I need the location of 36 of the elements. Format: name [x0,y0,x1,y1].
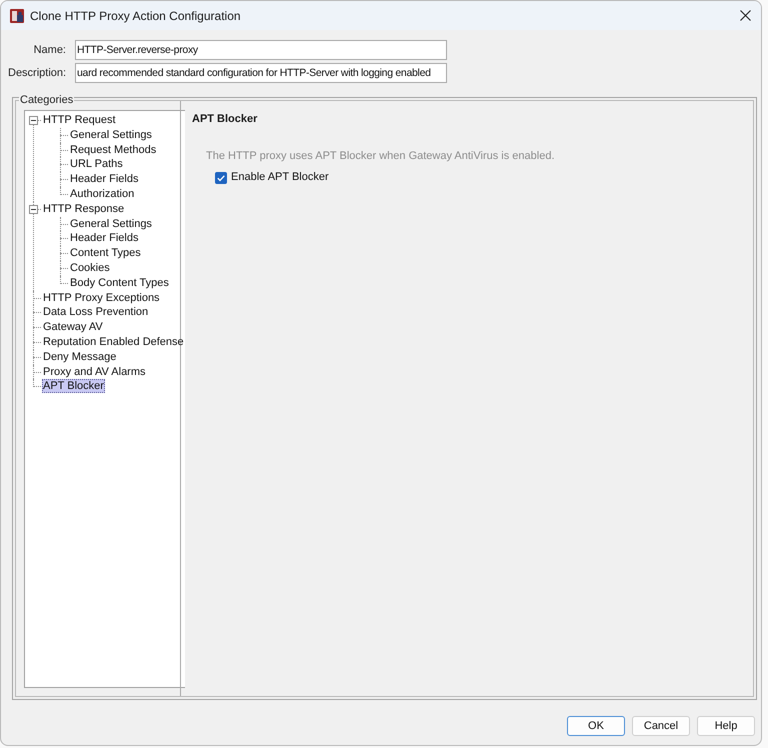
dialog-button[interactable]: OK [567,716,625,736]
collapse-icon[interactable] [29,204,38,214]
tree-item[interactable]: Request Methods [69,142,158,157]
tree-item[interactable]: Header Fields [69,172,140,186]
field-label: Name: [32,43,66,58]
collapse-icon[interactable] [29,116,38,125]
tree-item[interactable]: Reputation Enabled Defense [42,334,185,349]
checkbox[interactable] [215,172,227,184]
tree-item[interactable]: HTTP Proxy Exceptions [42,290,161,305]
dialog-button[interactable]: Help [697,716,755,736]
field-label: Description: [8,66,66,81]
window-title: Clone HTTP Proxy Action Configuration [30,8,241,22]
tree-item[interactable]: URL Paths [69,157,124,172]
checkbox-label: Enable APT Blocker [231,171,329,184]
close-icon[interactable] [740,10,751,21]
tree-item[interactable]: HTTP Request [42,113,117,127]
text-field[interactable]: HTTP-Server.reverse-proxy [75,40,447,60]
tree-item[interactable]: Body Content Types [69,276,170,290]
tree-item[interactable]: Header Fields [69,231,140,246]
tree-item[interactable]: General Settings [69,216,153,231]
tree-item[interactable]: APT Blocker [42,379,105,394]
tree-item[interactable]: General Settings [69,128,153,142]
tree-item[interactable]: Cookies [69,260,111,275]
tree-item[interactable]: Data Loss Prevention [42,305,150,320]
dialog-button[interactable]: Cancel [632,716,690,736]
tree-item[interactable]: Gateway AV [42,320,104,334]
group-legend: Categories [19,95,74,106]
tree-item[interactable]: Proxy and AV Alarms [42,364,147,379]
text-field[interactable]: uard recommended standard configuration for HTTP-Server with logging enabled [75,63,447,83]
tree-item[interactable]: Content Types [69,246,142,260]
tree-item[interactable]: Deny Message [42,350,118,364]
tree-item[interactable]: Authorization [69,186,136,201]
panel-heading: APT Blocker [192,113,258,126]
panel-note: The HTTP proxy uses APT Blocker when Gateway AntiVirus is enabled. [206,150,556,163]
tree-item[interactable]: HTTP Response [42,202,126,216]
app-icon [9,8,25,24]
